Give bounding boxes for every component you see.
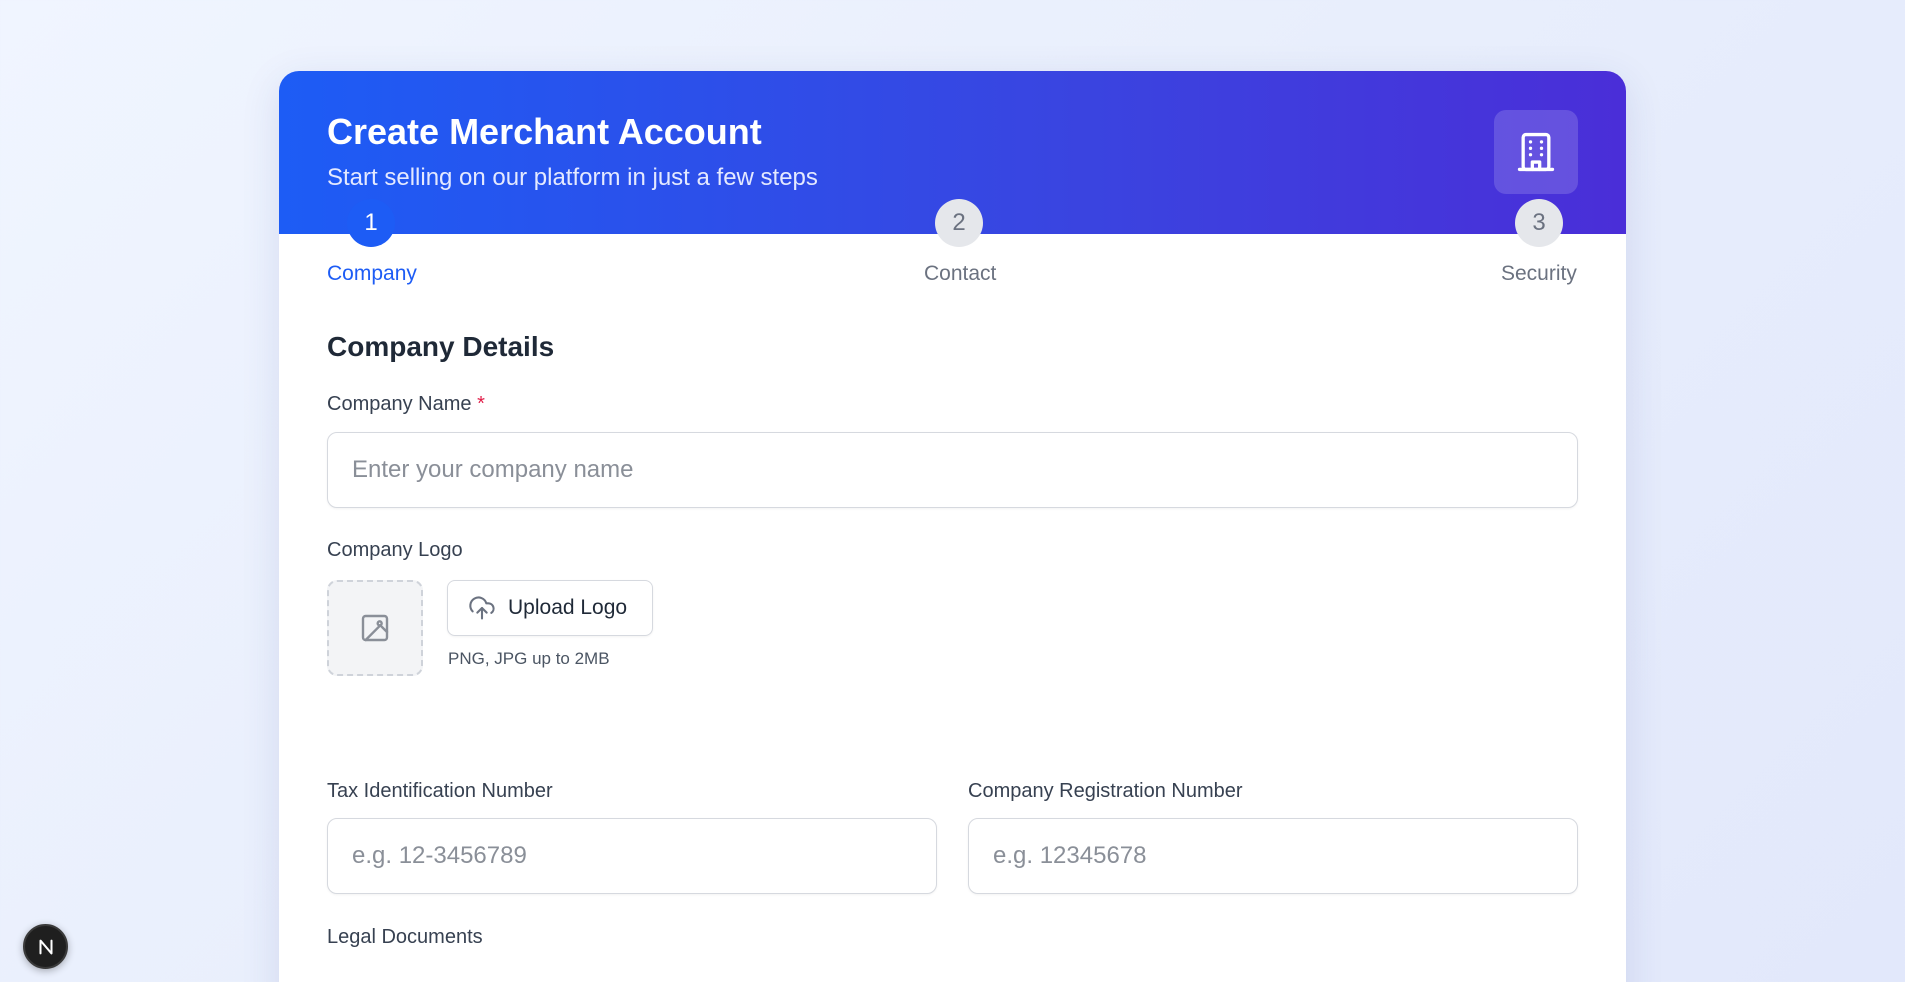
registration-number-input[interactable] — [968, 818, 1578, 894]
building-icon — [1494, 110, 1578, 194]
upload-logo-label: Upload Logo — [508, 596, 628, 619]
logo-preview — [327, 580, 423, 676]
company-name-input[interactable] — [327, 432, 1578, 508]
merchant-signup-card: Create Merchant Account Start selling on… — [279, 71, 1626, 982]
tax-id-label: Tax Identification Number — [327, 780, 553, 802]
step-1-circle[interactable]: 1 — [347, 199, 395, 247]
upload-logo-button[interactable]: Upload Logo — [447, 580, 653, 636]
step-2-label[interactable]: Contact — [924, 262, 996, 286]
page-subtitle: Start selling on our platform in just a … — [327, 164, 818, 191]
step-2-circle[interactable]: 2 — [935, 199, 983, 247]
tax-id-input[interactable] — [327, 818, 937, 894]
page-title: Create Merchant Account — [327, 111, 762, 152]
company-name-label: Company Name * — [327, 393, 485, 416]
step-1-number: 1 — [364, 209, 378, 236]
next-dev-badge[interactable] — [23, 924, 68, 969]
registration-number-label: Company Registration Number — [968, 780, 1243, 802]
step-1-label[interactable]: Company — [327, 262, 417, 286]
upload-hint: PNG, JPG up to 2MB — [448, 649, 610, 668]
required-asterisk: * — [477, 393, 485, 415]
step-3-circle[interactable]: 3 — [1515, 199, 1563, 247]
company-logo-label: Company Logo — [327, 539, 463, 561]
n-logo-icon — [38, 939, 53, 954]
step-2-number: 2 — [952, 209, 966, 236]
step-3-label[interactable]: Security — [1501, 262, 1577, 286]
image-placeholder-icon — [361, 614, 389, 642]
step-3-number: 3 — [1532, 209, 1546, 236]
legal-documents-label: Legal Documents — [327, 926, 483, 948]
section-title: Company Details — [327, 331, 555, 362]
cloud-upload-icon — [469, 596, 495, 620]
company-name-label-text: Company Name — [327, 393, 472, 415]
